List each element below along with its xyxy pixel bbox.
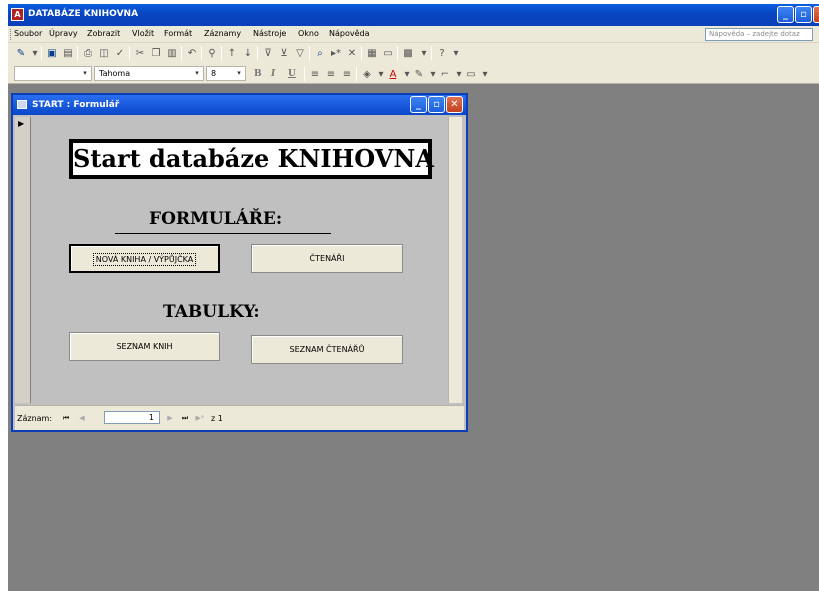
database-window-icon[interactable]: ▭ — [381, 47, 395, 60]
form-heading: Start databáze KNIHOVNA — [69, 139, 434, 179]
forms-section-underline — [115, 233, 331, 234]
spelling-icon[interactable]: ✓ — [113, 47, 127, 60]
special-effect-icon[interactable]: ▭ — [464, 68, 478, 81]
new-object-icon[interactable]: ▩ — [401, 47, 415, 60]
menu-okno[interactable]: Okno — [298, 29, 319, 38]
line-width-icon[interactable]: ⌐ — [438, 68, 452, 81]
menu-upravy[interactable]: Úpravy — [49, 29, 78, 38]
align-left-icon[interactable]: ≡ — [308, 68, 322, 81]
form-title: START : Formulář — [32, 100, 120, 110]
new-book-loan-button[interactable]: NOVÁ KNIHA / VÝPŮJČKA — [69, 244, 220, 273]
new-object-dropdown-icon[interactable]: ▾ — [417, 47, 431, 60]
record-selector[interactable]: ▶ — [15, 117, 31, 403]
access-application: A DATABÁZE KNIHOVNA _ ▫ ✕ Soubor Úpravy … — [8, 4, 819, 591]
italic-button[interactable]: I — [271, 69, 275, 79]
bold-button[interactable]: B — [254, 69, 262, 79]
delete-record-icon[interactable]: ✕ — [345, 47, 359, 60]
print-preview-icon[interactable]: ◫ — [97, 47, 111, 60]
app-title: DATABÁZE KNIHOVNA — [28, 9, 139, 19]
object-selector[interactable]: ▾ — [14, 66, 92, 81]
cut-icon[interactable]: ✂ — [133, 47, 147, 60]
file-search-icon[interactable]: ▤ — [61, 47, 75, 60]
menu-soubor[interactable]: Soubor — [14, 29, 42, 38]
first-record-icon[interactable]: ⏮ — [59, 412, 73, 424]
help-search-input[interactable]: Nápověda – zadejte dotaz — [705, 28, 813, 41]
menu-zobrazit[interactable]: Zobrazit — [87, 29, 120, 38]
form-icon[interactable] — [17, 100, 27, 109]
start-form-window: START : Formulář _ ▫ ✕ ▶ Start databáze … — [11, 93, 468, 432]
minimize-button[interactable]: _ — [777, 6, 794, 23]
find-icon[interactable]: ⌕ — [313, 47, 327, 60]
app-title-bar: A DATABÁZE KNIHOVNA _ ▫ ✕ — [8, 4, 819, 26]
vertical-scrollbar[interactable] — [448, 117, 462, 403]
help-icon[interactable]: ? — [435, 47, 449, 60]
font-color-icon[interactable]: A — [386, 68, 400, 81]
form-detail-section: Start databáze KNIHOVNA FORMULÁŘE: NOVÁ … — [33, 117, 447, 403]
save-icon[interactable]: ▣ — [45, 47, 59, 60]
special-effect-dropdown-icon[interactable]: ▾ — [478, 68, 492, 81]
font-size-arrow-icon[interactable]: ▾ — [234, 68, 244, 79]
sort-ascending-icon[interactable]: ↑ — [225, 47, 239, 60]
apply-filter-icon[interactable]: ▽ — [293, 47, 307, 60]
reader-list-button[interactable]: SEZNAM ČTENÁŘŮ — [251, 335, 403, 364]
menu-format[interactable]: Formát — [164, 29, 192, 38]
new-record-nav-icon[interactable]: ▶* — [193, 412, 207, 424]
close-button[interactable]: ✕ — [813, 6, 819, 23]
next-record-icon[interactable]: ▶ — [163, 412, 177, 424]
properties-icon[interactable]: ▦ — [365, 47, 379, 60]
sort-descending-icon[interactable]: ↓ — [241, 47, 255, 60]
view-icon[interactable]: ✎ — [14, 47, 28, 60]
form-maximize-button[interactable]: ▫ — [428, 96, 445, 113]
dropdown-arrow-icon[interactable]: ▾ — [28, 47, 42, 60]
font-name-arrow-icon[interactable]: ▾ — [192, 68, 202, 79]
fill-color-icon[interactable]: ◈ — [360, 68, 374, 81]
print-icon[interactable]: ⎙ — [81, 47, 95, 60]
new-book-loan-label: NOVÁ KNIHA / VÝPŮJČKA — [92, 253, 197, 266]
copy-icon[interactable]: ❐ — [149, 47, 163, 60]
font-name-value: Tahoma — [99, 69, 131, 78]
tables-section-title: TABULKY: — [163, 302, 260, 322]
object-selector-arrow-icon[interactable]: ▾ — [80, 68, 90, 79]
font-name-select[interactable]: Tahoma ▾ — [94, 66, 204, 81]
filter-by-form-icon[interactable]: ⊻ — [277, 47, 291, 60]
paste-icon[interactable]: ▥ — [165, 47, 179, 60]
undo-icon[interactable]: ↶ — [185, 47, 199, 60]
align-center-icon[interactable]: ≡ — [324, 68, 338, 81]
align-right-icon[interactable]: ≡ — [340, 68, 354, 81]
book-list-button[interactable]: SEZNAM KNIH — [69, 332, 220, 361]
underline-button[interactable]: U — [288, 69, 296, 79]
form-title-bar[interactable]: START : Formulář _ ▫ ✕ — [13, 95, 466, 115]
record-count: z 1 — [211, 414, 223, 423]
menu-grip[interactable] — [10, 29, 13, 40]
new-record-icon[interactable]: ▸* — [329, 47, 343, 60]
font-size-value: 8 — [211, 69, 217, 78]
menu-bar: Soubor Úpravy Zobrazit Vložit Formát Záz… — [8, 26, 819, 43]
record-pointer-icon: ▶ — [18, 119, 25, 128]
toolbar-options-icon[interactable]: ▾ — [449, 47, 463, 60]
form-close-button[interactable]: ✕ — [446, 96, 463, 113]
readers-button[interactable]: ČTENÁŘI — [251, 244, 403, 273]
previous-record-icon[interactable]: ◀ — [75, 412, 89, 424]
menu-nastroje[interactable]: Nástroje — [253, 29, 286, 38]
access-app-icon[interactable]: A — [11, 8, 24, 21]
restore-button[interactable]: ▫ — [795, 6, 812, 23]
line-color-icon[interactable]: ✎ — [412, 68, 426, 81]
formatting-toolbar: ▾ Tahoma ▾ 8 ▾ B I U ≡ ≡ ≡ ◈ ▾ A ▾ ✎ ▾ ⌐… — [8, 64, 819, 84]
filter-by-selection-icon[interactable]: ⊽ — [261, 47, 275, 60]
forms-section-title: FORMULÁŘE: — [149, 209, 283, 229]
record-number-input[interactable]: 1 — [104, 411, 160, 424]
form-minimize-button[interactable]: _ — [410, 96, 427, 113]
menu-vlozit[interactable]: Vložit — [132, 29, 154, 38]
hyperlink-icon[interactable]: ⚲ — [205, 47, 219, 60]
record-label: Záznam: — [17, 414, 53, 423]
font-size-select[interactable]: 8 ▾ — [206, 66, 246, 81]
form-view-toolbar: ✎ ▾ ▣ ▤ ⎙ ◫ ✓ ✂ ❐ ▥ ↶ ⚲ ↑ ↓ ⊽ ⊻ ▽ ⌕ ▸* ✕… — [8, 43, 819, 64]
record-navigation-bar: Záznam: ⏮ ◀ 1 ▶ ⏭ ▶* z 1 — [15, 405, 464, 430]
last-record-icon[interactable]: ⏭ — [178, 412, 192, 424]
menu-zaznamy[interactable]: Záznamy — [204, 29, 241, 38]
menu-napoveda[interactable]: Nápověda — [329, 29, 370, 38]
